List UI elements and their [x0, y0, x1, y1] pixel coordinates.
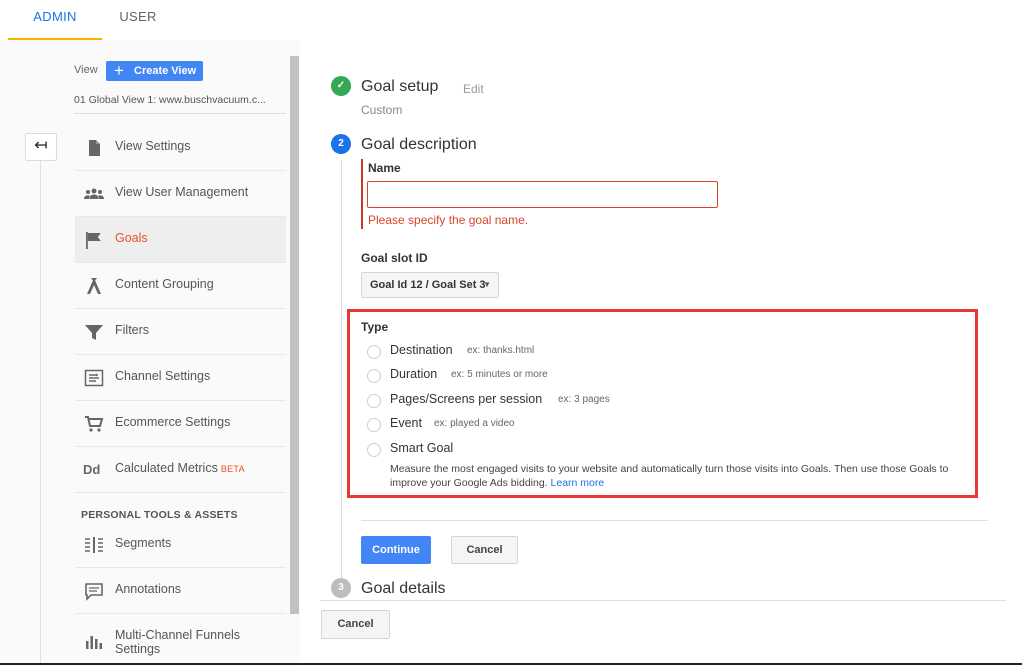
option-label: Smart Goal	[390, 441, 454, 455]
chevron-down-icon: ▼	[483, 280, 491, 289]
option-example: ex: 5 minutes or more	[451, 369, 548, 380]
page-bottom-border	[0, 663, 1022, 665]
nav-item-content-grouping[interactable]: Content Grouping	[75, 263, 286, 309]
goal-slot-dropdown[interactable]: Goal Id 12 / Goal Set 3 ▼	[361, 272, 499, 298]
nav-label: Channel Settings	[115, 369, 211, 383]
nav-item-goals[interactable]: Goals	[75, 217, 286, 263]
document-icon	[89, 140, 100, 156]
nav-label: View User Management	[115, 185, 249, 199]
step-connector-line	[341, 160, 342, 590]
goal-setup-value: Custom	[361, 103, 403, 117]
left-scrollbar[interactable]	[290, 56, 299, 614]
continue-button[interactable]: Continue	[361, 536, 431, 564]
nav-item-segments[interactable]: Segments	[75, 522, 286, 568]
nav-item-view-user-management[interactable]: View User Management	[75, 171, 286, 217]
nav-label: Annotations	[115, 582, 182, 596]
goal-slot-value: Goal Id 12 / Goal Set 3	[370, 279, 486, 291]
radio-button[interactable]	[367, 443, 381, 457]
tab-user[interactable]: USER	[112, 0, 164, 38]
radio-button[interactable]	[367, 418, 381, 432]
view-label: View	[74, 64, 98, 76]
nav-item-annotations[interactable]: Annotations	[75, 568, 286, 614]
step-goal-description-title: Goal description	[361, 136, 477, 153]
create-view-label: Create View	[134, 65, 197, 77]
learn-more-link[interactable]: Learn more	[551, 477, 605, 489]
nav-item-multi-channel-funnels[interactable]: Multi-Channel Funnels Settings	[75, 614, 286, 666]
radio-button[interactable]	[367, 369, 381, 383]
option-label: Destination	[390, 343, 453, 357]
nav-item-filters[interactable]: Filters	[75, 309, 286, 355]
dd-icon: Dd	[83, 462, 101, 477]
top-tabs: ADMIN USER	[0, 0, 1022, 41]
bar-chart-icon	[86, 636, 102, 649]
edit-link[interactable]: Edit	[463, 82, 484, 96]
create-view-button[interactable]: + Create View	[106, 61, 203, 81]
beta-badge: BETA	[220, 464, 245, 474]
view-selector-underline	[74, 113, 286, 114]
view-selector[interactable]: 01 Global View 1: www.buschvacuum.c...	[74, 94, 286, 106]
cancel-goal-button[interactable]: Cancel	[321, 610, 390, 639]
nav-label: View Settings	[115, 139, 191, 153]
step-goal-setup-title: Goal setup	[361, 78, 439, 95]
nav-label: Ecommerce Settings	[115, 415, 231, 429]
option-label: Duration	[390, 367, 438, 381]
annotation-icon	[85, 583, 103, 601]
goal-slot-label: Goal slot ID	[361, 251, 428, 265]
option-example: ex: thanks.html	[467, 345, 535, 356]
option-label: Pages/Screens per session	[390, 392, 543, 406]
nav-label: Segments	[115, 536, 172, 550]
tab-admin[interactable]: ADMIN	[8, 0, 102, 41]
name-label: Name	[368, 161, 401, 175]
nav-item-ecommerce-settings[interactable]: Ecommerce Settings	[75, 401, 286, 447]
nav-label: Calculated Metrics BETA	[115, 461, 245, 475]
left-divider	[40, 150, 41, 666]
check-circle-icon: ✓	[331, 76, 351, 96]
radio-button[interactable]	[367, 345, 381, 359]
step-number-badge: 3	[331, 578, 351, 598]
plus-icon: +	[114, 61, 124, 80]
back-arrow-icon: ↤	[34, 137, 48, 154]
nav-label: Content Grouping	[115, 277, 214, 291]
form-divider	[361, 520, 988, 521]
type-label: Type	[361, 320, 389, 334]
nav-item-calculated-metrics[interactable]: Dd Calculated Metrics BETA	[75, 447, 286, 493]
nav-label: Goals	[115, 231, 148, 245]
nav-item-channel-settings[interactable]: Channel Settings	[75, 355, 286, 401]
cancel-button[interactable]: Cancel	[451, 536, 518, 564]
smart-goal-description: Measure the most engaged visits to your …	[390, 463, 949, 489]
step-goal-details-title: Goal details	[361, 580, 446, 597]
option-label: Event	[390, 416, 422, 430]
segments-icon	[85, 537, 103, 553]
nav-item-view-settings[interactable]: View Settings	[75, 125, 286, 171]
people-icon	[84, 188, 104, 199]
filter-icon	[85, 325, 103, 340]
goal-name-input[interactable]	[367, 181, 718, 208]
content-grouping-icon	[87, 278, 101, 294]
nav-label: Filters	[115, 323, 150, 337]
back-arrow-button[interactable]: ↤	[25, 133, 57, 161]
name-error-message: Please specify the goal name.	[368, 213, 529, 227]
error-indicator-bar	[361, 159, 363, 229]
nav-label: Multi-Channel Funnels Settings	[115, 628, 241, 656]
section-heading-personal-tools: PERSONAL TOOLS & ASSETS	[81, 509, 238, 521]
step-number-badge: 2	[331, 134, 351, 154]
channel-settings-icon	[84, 369, 104, 387]
cart-icon	[85, 416, 104, 432]
option-example: ex: played a video	[434, 418, 515, 429]
flag-icon	[86, 232, 101, 249]
radio-button[interactable]	[367, 394, 381, 408]
bottom-divider	[320, 600, 1006, 601]
option-example: ex: 3 pages	[558, 394, 610, 405]
